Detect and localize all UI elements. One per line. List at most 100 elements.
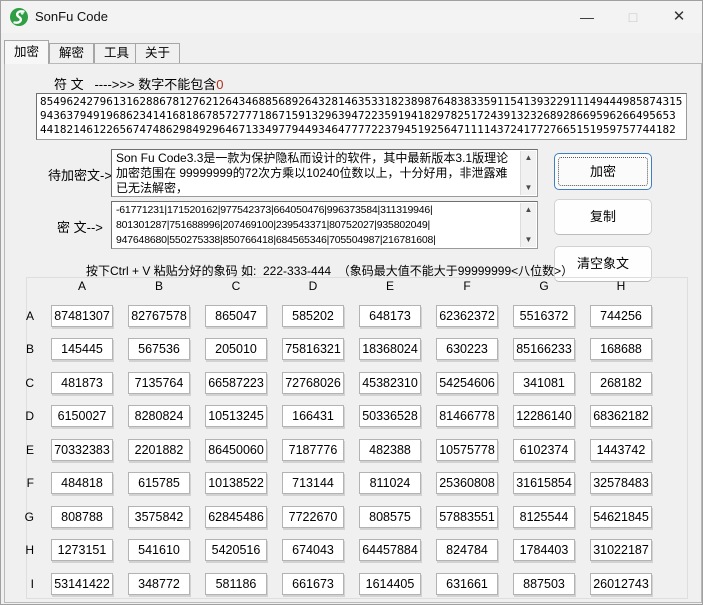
grid-cell-G-C[interactable]: 62845486 [205,506,267,528]
grid-cell-B-D[interactable]: 75816321 [282,338,344,360]
grid-cell-B-E[interactable]: 18368024 [359,338,421,360]
grid-cell-E-F[interactable]: 10575778 [436,439,498,461]
scroll-down-icon[interactable]: ▼ [521,181,536,195]
tab-encrypt[interactable]: 加密 [4,40,49,64]
grid-cell-H-C[interactable]: 5420516 [205,539,267,561]
grid-cell-G-B[interactable]: 3575842 [128,506,190,528]
grid-cell-C-F[interactable]: 54254606 [436,372,498,394]
rune-textarea[interactable]: 8549624279613162886781276212643468856892… [36,93,687,140]
grid-cell-A-F[interactable]: 62362372 [436,305,498,327]
grid-cell-D-E[interactable]: 50336528 [359,405,421,427]
grid-cell-G-E[interactable]: 808575 [359,506,421,528]
grid-cell-H-F[interactable]: 824784 [436,539,498,561]
grid-cell-A-B[interactable]: 82767578 [128,305,190,327]
grid-cell-G-H[interactable]: 54621845 [590,506,652,528]
rune-arrow: ---->>> [94,77,134,92]
grid-cell-D-B[interactable]: 8280824 [128,405,190,427]
plaintext-scrollbar[interactable]: ▲ ▼ [520,151,536,195]
grid-cell-I-E[interactable]: 1614405 [359,573,421,595]
grid-cell-F-B[interactable]: 615785 [128,472,190,494]
grid-cell-B-A[interactable]: 145445 [51,338,113,360]
grid-cell-E-E[interactable]: 482388 [359,439,421,461]
scroll-down-icon[interactable]: ▼ [521,233,536,247]
grid-cell-A-E[interactable]: 648173 [359,305,421,327]
rune-line: 8549624279613162886781276212643468856892… [40,95,683,109]
grid-cell-F-H[interactable]: 32578483 [590,472,652,494]
grid-cell-G-F[interactable]: 57883551 [436,506,498,528]
scroll-up-icon[interactable]: ▲ [521,151,536,165]
grid-cell-F-F[interactable]: 25360808 [436,472,498,494]
grid-cell-B-B[interactable]: 567536 [128,338,190,360]
grid-cell-E-G[interactable]: 6102374 [513,439,575,461]
grid-cell-B-G[interactable]: 85166233 [513,338,575,360]
grid-cell-B-C[interactable]: 205010 [205,338,267,360]
grid-cell-G-A[interactable]: 808788 [51,506,113,528]
grid-cell-D-D[interactable]: 166431 [282,405,344,427]
grid-cell-F-A[interactable]: 484818 [51,472,113,494]
maximize-button[interactable]: □ [610,1,656,33]
tab-decrypt[interactable]: 解密 [49,43,94,63]
grid-cell-C-A[interactable]: 481873 [51,372,113,394]
grid-cell-H-A[interactable]: 1273151 [51,539,113,561]
grid-cell-F-G[interactable]: 31615854 [513,472,575,494]
grid-row-label-F: F [10,472,36,494]
grid-cell-D-C[interactable]: 10513245 [205,405,267,427]
grid-cell-H-E[interactable]: 64457884 [359,539,421,561]
encrypt-button[interactable]: 加密 [554,153,652,190]
grid-cell-G-D[interactable]: 7722670 [282,506,344,528]
grid-cell-C-G[interactable]: 341081 [513,372,575,394]
close-button[interactable]: ✕ [656,1,702,33]
plaintext-textarea[interactable]: Son Fu Code3.3是一款为保护隐私而设计的软件，其中最新版本3.1版理… [111,149,538,197]
tab-about[interactable]: 关于 [135,43,180,63]
grid-cell-I-G[interactable]: 887503 [513,573,575,595]
grid-cell-E-D[interactable]: 7187776 [282,439,344,461]
grid-cell-C-C[interactable]: 66587223 [205,372,267,394]
grid-cell-H-B[interactable]: 541610 [128,539,190,561]
grid-cell-D-H[interactable]: 68362182 [590,405,652,427]
minimize-button[interactable]: — [564,1,610,33]
grid-cell-H-G[interactable]: 1784403 [513,539,575,561]
grid-cell-A-C[interactable]: 865047 [205,305,267,327]
grid-cell-D-G[interactable]: 12286140 [513,405,575,427]
grid-cell-G-G[interactable]: 8125544 [513,506,575,528]
ciphertext-textarea[interactable]: -61771231|171520162|977542373|664050476|… [111,201,538,249]
grid-cell-C-E[interactable]: 45382310 [359,372,421,394]
grid-cell-H-D[interactable]: 674043 [282,539,344,561]
grid-col-header-B: B [128,279,190,293]
grid-cell-F-C[interactable]: 10138522 [205,472,267,494]
grid-cell-D-A[interactable]: 6150027 [51,405,113,427]
grid-cell-E-H[interactable]: 1443742 [590,439,652,461]
grid-cell-B-H[interactable]: 168688 [590,338,652,360]
grid-cell-A-A[interactable]: 87481307 [51,305,113,327]
grid-cell-C-B[interactable]: 7135764 [128,372,190,394]
grid-cell-A-G[interactable]: 5516372 [513,305,575,327]
grid-cell-I-A[interactable]: 53141422 [51,573,113,595]
ciphertext-scrollbar[interactable]: ▲ ▼ [520,203,536,247]
grid-cell-A-D[interactable]: 585202 [282,305,344,327]
grid-cell-F-E[interactable]: 811024 [359,472,421,494]
grid-cell-I-H[interactable]: 26012743 [590,573,652,595]
rune-label-row: 符 文 ---->>> 数字不能包含0 [54,74,223,93]
grid-cell-I-C[interactable]: 581186 [205,573,267,595]
grid-row-label-C: C [10,372,36,394]
grid-cell-A-H[interactable]: 744256 [590,305,652,327]
grid-cell-I-F[interactable]: 631661 [436,573,498,595]
grid-cell-E-A[interactable]: 70332383 [51,439,113,461]
grid-cell-H-H[interactable]: 31022187 [590,539,652,561]
ciphertext-label: 密 文--> [57,217,103,236]
grid-cell-C-D[interactable]: 72768026 [282,372,344,394]
grid-cell-I-B[interactable]: 348772 [128,573,190,595]
grid-cell-C-H[interactable]: 268182 [590,372,652,394]
scroll-up-icon[interactable]: ▲ [521,203,536,217]
grid-cell-E-B[interactable]: 2201882 [128,439,190,461]
grid-cell-B-F[interactable]: 630223 [436,338,498,360]
grid-cell-F-D[interactable]: 713144 [282,472,344,494]
grid-cell-D-F[interactable]: 81466778 [436,405,498,427]
ciphertext-line: 947648680|550275338|850766418|684565346|… [116,233,517,247]
rune-label: 符 文 [54,77,84,92]
tab-tools[interactable]: 工具 [94,43,139,63]
grid-cell-E-C[interactable]: 86450060 [205,439,267,461]
copy-button[interactable]: 复制 [554,199,652,235]
grid-cell-I-D[interactable]: 661673 [282,573,344,595]
grid-col-header-H: H [590,279,652,293]
